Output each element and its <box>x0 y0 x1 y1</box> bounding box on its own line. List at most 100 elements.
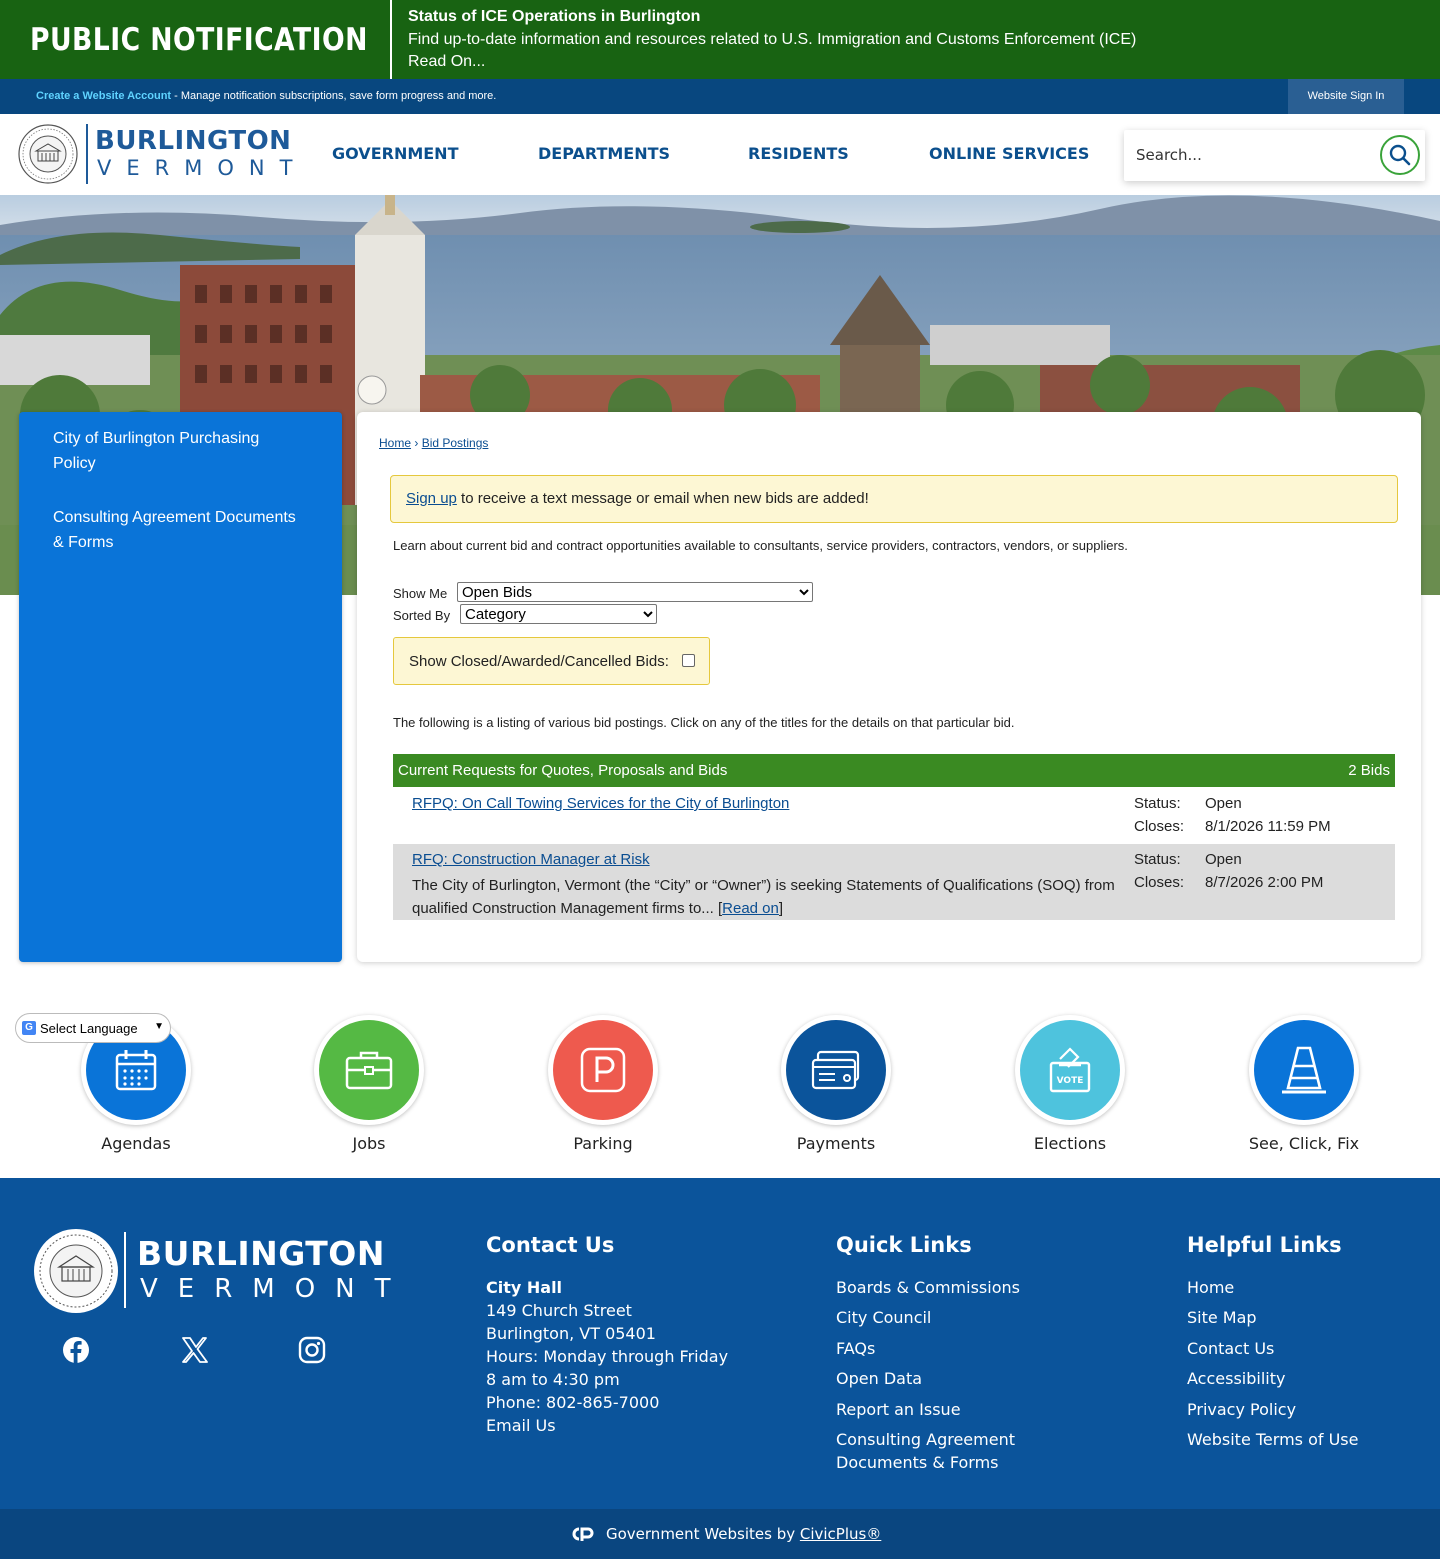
sidenav-consulting-agreement[interactable]: Consulting Agreement Documents & Forms <box>53 505 303 555</box>
quick-link-elections[interactable]: VOTE Elections <box>1000 1015 1140 1153</box>
bid-title-link[interactable]: RFPQ: On Call Towing Services for the Ci… <box>412 795 789 812</box>
ballot-box-icon: VOTE <box>1020 1020 1120 1120</box>
powered-by-label: Government Websites by <box>606 1525 800 1543</box>
quick-link-payments[interactable]: Payments <box>766 1015 906 1153</box>
svg-text:VOTE: VOTE <box>1057 1076 1084 1086</box>
footer-wordmark-burlington[interactable]: BURLINGTON <box>137 1234 385 1273</box>
contact-city: Burlington, VT 05401 <box>486 1324 656 1343</box>
quick-link-label: Elections <box>1033 1134 1107 1153</box>
bids-table-header: Current Requests for Quotes, Proposals a… <box>393 754 1395 787</box>
bid-closes-label: Closes: <box>1134 874 1185 891</box>
show-closed-checkbox[interactable] <box>682 654 695 667</box>
footer-link-faqs[interactable]: FAQs <box>836 1337 1020 1360</box>
x-twitter-icon[interactable] <box>180 1336 208 1364</box>
search-button[interactable] <box>1380 135 1420 175</box>
create-account-link[interactable]: Create a Website Account <box>36 90 171 102</box>
nav-government[interactable]: GOVERNMENT <box>332 144 458 163</box>
bid-status-value: Open <box>1205 851 1242 868</box>
nav-residents[interactable]: RESIDENTS <box>748 144 849 163</box>
civicplus-logo-icon[interactable] <box>569 1526 595 1542</box>
footer-link-privacy-policy[interactable]: Privacy Policy <box>1187 1398 1358 1421</box>
city-seal-logo[interactable] <box>33 1228 119 1314</box>
side-navigation: City of Burlington Purchasing Policy Con… <box>19 412 342 962</box>
helpful-links-heading: Helpful Links <box>1187 1233 1342 1257</box>
footer-link-accessibility[interactable]: Accessibility <box>1187 1367 1358 1390</box>
quick-link-ring <box>548 1015 658 1125</box>
sorted-by-select[interactable]: Category <box>460 604 657 624</box>
contact-email-link[interactable]: Email Us <box>486 1414 728 1437</box>
quick-link-label: Agendas <box>101 1134 171 1153</box>
traffic-cone-icon <box>1254 1020 1354 1120</box>
language-select[interactable]: G Select Language ▼ <box>15 1013 171 1043</box>
contact-phone: Phone: 802-865-7000 <box>486 1393 660 1412</box>
listing-note: The following is a listing of various bi… <box>393 715 1015 730</box>
public-notification-banner: PUBLIC NOTIFICATION Status of ICE Operat… <box>0 0 1440 79</box>
quick-icons-row: Agendas Jobs Parking Payments VOTE Elect… <box>0 1015 1440 1165</box>
footer-link-site-map[interactable]: Site Map <box>1187 1306 1358 1329</box>
google-translate-icon: G <box>22 1021 36 1035</box>
quick-link-ring <box>781 1015 891 1125</box>
quick-links-heading: Quick Links <box>836 1233 972 1257</box>
breadcrumb-home[interactable]: Home <box>379 436 411 450</box>
instagram-icon[interactable] <box>298 1336 326 1364</box>
footer-link-report-issue[interactable]: Report an Issue <box>836 1398 1020 1421</box>
bid-title-link[interactable]: RFQ: Construction Manager at Risk <box>412 851 650 868</box>
public-notification-brand: PUBLIC NOTIFICATION <box>0 0 392 79</box>
quick-link-label: Parking <box>573 1134 633 1153</box>
bids-table-title: Current Requests for Quotes, Proposals a… <box>398 762 728 779</box>
powered-by-bar: Government Websites by CivicPlus® <box>0 1509 1440 1559</box>
bid-status-label: Status: <box>1134 851 1181 868</box>
signup-link[interactable]: Sign up <box>406 490 457 507</box>
search-input[interactable] <box>1136 142 1376 168</box>
site-header: BURLINGTON VERMONT GOVERNMENT DEPARTMENT… <box>0 114 1440 195</box>
bid-status-value: Open <box>1205 795 1242 812</box>
footer-link-contact-us[interactable]: Contact Us <box>1187 1337 1358 1360</box>
footer-link-home[interactable]: Home <box>1187 1276 1358 1299</box>
alert-message[interactable]: Status of ICE Operations in Burlington F… <box>392 0 1136 79</box>
facebook-icon[interactable] <box>62 1336 90 1364</box>
quick-link-label: Jobs <box>352 1134 386 1153</box>
contact-street: 149 Church Street <box>486 1301 632 1320</box>
show-me-label: Show Me <box>393 586 448 601</box>
footer-link-city-council[interactable]: City Council <box>836 1306 1020 1329</box>
footer-wordmark-vermont[interactable]: VERMONT <box>140 1274 411 1304</box>
sidenav-purchasing-policy[interactable]: City of Burlington Purchasing Policy <box>53 426 303 476</box>
footer-link-terms-of-use[interactable]: Website Terms of Use <box>1187 1428 1358 1451</box>
quick-link-see-click-fix[interactable]: See, Click, Fix <box>1234 1015 1374 1153</box>
show-closed-filter: Show Closed/Awarded/Cancelled Bids: <box>393 637 710 685</box>
footer-link-open-data[interactable]: Open Data <box>836 1367 1020 1390</box>
breadcrumb-bid-postings[interactable]: Bid Postings <box>422 436 489 450</box>
main-navigation: GOVERNMENT DEPARTMENTS RESIDENTS ONLINE … <box>0 144 1100 164</box>
footer-link-boards-commissions[interactable]: Boards & Commissions <box>836 1276 1020 1299</box>
bid-closes-value: 8/7/2026 2:00 PM <box>1205 874 1324 891</box>
quick-link-ring: VOTE <box>1015 1015 1125 1125</box>
quick-link-jobs[interactable]: Jobs <box>299 1015 439 1153</box>
show-closed-label: Show Closed/Awarded/Cancelled Bids: <box>409 653 669 670</box>
nav-departments[interactable]: DEPARTMENTS <box>538 144 670 163</box>
bid-row-inner: RFQ: Construction Manager at Risk The Ci… <box>393 851 1395 920</box>
footer-logo-divider <box>124 1232 126 1308</box>
bid-description: The City of Burlington, Vermont (the “Ci… <box>412 877 1115 917</box>
quick-link-parking[interactable]: Parking <box>533 1015 673 1153</box>
chevron-down-icon: ▼ <box>154 1021 164 1032</box>
bid-postings-content: Home › Bid Postings Sign up to receive a… <box>357 412 1421 962</box>
briefcase-icon <box>319 1020 419 1120</box>
footer-link-consulting-agreement-line2[interactable]: Documents & Forms <box>836 1451 1020 1474</box>
alert-read-on-link[interactable]: Read On... <box>408 51 1136 74</box>
contact-hours-days: Hours: Monday through Friday <box>486 1347 729 1366</box>
website-sign-in-button[interactable]: Website Sign In <box>1288 79 1404 114</box>
bid-closes-value: 8/1/2026 11:59 PM <box>1205 818 1331 835</box>
bid-read-on-link[interactable]: Read on <box>722 900 779 917</box>
alert-body: Find up-to-date information and resource… <box>408 30 1137 48</box>
site-footer: BURLINGTON VERMONT Contact Us City Hall … <box>0 1178 1440 1509</box>
show-me-select[interactable]: Open Bids <box>457 582 813 602</box>
quick-link-ring <box>1249 1015 1359 1125</box>
alert-title[interactable]: Status of ICE Operations in Burlington <box>408 6 1136 29</box>
footer-link-consulting-agreement[interactable]: Consulting Agreement <box>836 1428 1020 1451</box>
contact-heading: Contact Us <box>486 1233 615 1257</box>
public-notification-title: PUBLIC NOTIFICATION <box>30 21 368 58</box>
contact-info: City Hall 149 Church Street Burlington, … <box>486 1276 728 1437</box>
civicplus-link[interactable]: CivicPlus® <box>800 1525 881 1543</box>
nav-online-services[interactable]: ONLINE SERVICES <box>929 144 1089 163</box>
breadcrumb: Home › Bid Postings <box>379 436 488 450</box>
